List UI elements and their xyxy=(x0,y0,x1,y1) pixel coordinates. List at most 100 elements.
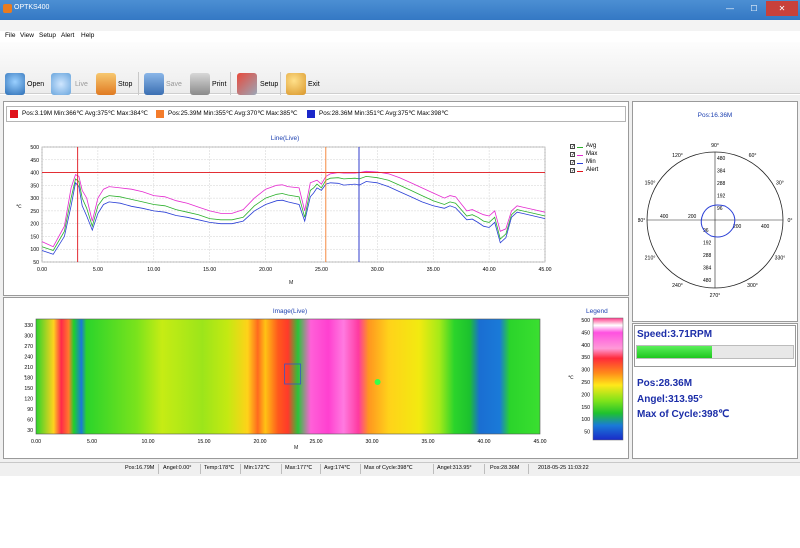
polar-angle-label: 240° xyxy=(672,283,683,289)
alert-swatch xyxy=(577,171,583,172)
y-tick-label: 500 xyxy=(30,145,39,151)
close-button[interactable]: ✕ xyxy=(766,1,798,16)
legend-tick-label: 150 xyxy=(581,405,590,411)
printer-icon[interactable] xyxy=(190,73,210,95)
x-tick-label: 40.00 xyxy=(478,439,491,445)
status-max-cycle: Max of Cycle:398℃ xyxy=(364,465,413,471)
stop-icon[interactable] xyxy=(96,73,116,95)
polar-chart[interactable]: 90° 60° 30° 0° 330° 300° 270° 240° 210° 180° 150° 1… xyxy=(638,124,793,314)
polar-title: Pos:16.36M xyxy=(697,112,733,119)
status-min: Min:172℃ xyxy=(244,465,270,471)
polar-angle-label: 270° xyxy=(710,293,721,299)
live-button[interactable]: Live xyxy=(75,81,88,88)
y-tick-label: 250 xyxy=(30,209,39,215)
y-tick-label: 330 xyxy=(24,323,33,329)
y-tick-label: 270 xyxy=(24,344,33,350)
polar-angle-label: 210° xyxy=(645,256,656,262)
x-tick-label: 25.00 xyxy=(310,439,323,445)
y-tick-label: 210 xyxy=(24,365,33,371)
polar-angle-label: 150° xyxy=(645,181,656,187)
app-icon xyxy=(3,4,12,13)
status-avg: Avg:174℃ xyxy=(324,465,351,471)
y-tick-label: 200 xyxy=(30,222,39,228)
x-tick-label: 10.00 xyxy=(147,267,160,273)
polar-radius-label: 288 xyxy=(703,253,712,259)
menu-setup[interactable]: Setup xyxy=(39,32,56,39)
image-title: Image(Live) xyxy=(272,308,308,315)
status-datetime: 2018-05-25 11:03:22 xyxy=(538,465,589,471)
y-tick-label: 50 xyxy=(33,260,39,266)
status-separator xyxy=(240,464,241,474)
print-button[interactable]: Print xyxy=(212,81,226,88)
status-separator xyxy=(158,464,159,474)
legend-tick-label: 50 xyxy=(584,430,590,436)
y-tick-label: 120 xyxy=(24,397,33,403)
legend-tick-label: 500 xyxy=(581,318,590,324)
cursor-1-swatch xyxy=(10,110,18,118)
pos-readout: Pos:28.36M xyxy=(637,378,693,389)
minimize-button[interactable]: — xyxy=(718,1,742,16)
polar-radius-label: 96 xyxy=(717,206,723,212)
status-angle: Angel:0.00° xyxy=(163,465,192,471)
y-tick-label: 100 xyxy=(30,247,39,253)
polar-angle-label: 30° xyxy=(776,181,784,187)
line-chart[interactable]: 500 450 400 350 300 250 200 150 100 500.00 5.00 10.… xyxy=(6,141,626,291)
y-tick-label: 240 xyxy=(24,355,33,361)
tools-icon[interactable] xyxy=(237,73,257,95)
polar-radius-label: 480 xyxy=(717,156,726,162)
gears-icon xyxy=(51,73,71,95)
polar-radius-label: 192 xyxy=(703,241,712,247)
legend-tick-label: 400 xyxy=(581,343,590,349)
polar-angle-label: 180° xyxy=(638,218,645,224)
setup-button[interactable]: Setup xyxy=(260,81,278,88)
menu-alert[interactable]: Alert xyxy=(61,32,74,39)
polar-angle-label: 0° xyxy=(788,218,793,224)
cursor-2-swatch xyxy=(156,110,164,118)
stop-button[interactable]: Stop xyxy=(118,81,132,88)
key-icon[interactable] xyxy=(286,73,306,95)
x-tick-label: 5.00 xyxy=(93,267,103,273)
x-tick-label: 30.00 xyxy=(371,267,384,273)
menu-file[interactable]: File xyxy=(5,32,15,39)
save-button[interactable]: Save xyxy=(166,81,182,88)
y-tick-label: 150 xyxy=(30,234,39,240)
min-checkbox[interactable]: ✓ xyxy=(570,160,575,166)
status-max: Max:177℃ xyxy=(285,465,313,471)
x-tick-label: 15.00 xyxy=(203,267,216,273)
polar-radius-label: 288 xyxy=(717,181,726,187)
y-tick-label: 300 xyxy=(24,334,33,340)
thermal-image[interactable]: 3303002702402101801501209060300.00 5.00 10… xyxy=(6,316,556,456)
x-tick-label: 45.00 xyxy=(534,439,547,445)
avg-checkbox[interactable]: ✓ xyxy=(570,144,575,150)
x-tick-label: 25.00 xyxy=(315,267,328,273)
y-tick-label: 90 xyxy=(27,407,33,413)
status-separator xyxy=(484,464,485,474)
exit-button[interactable]: Exit xyxy=(308,81,320,88)
x-tick-label: 20.00 xyxy=(254,439,267,445)
y-tick-label: 350 xyxy=(30,183,39,189)
max-checkbox[interactable]: ✓ xyxy=(570,152,575,158)
cursor-1-readout: Pos:3.19M Min:366℃ Avg:375℃ Max:384℃ xyxy=(22,110,148,117)
polar-radius-label: 200 xyxy=(688,214,697,220)
x-tick-label: 0.00 xyxy=(31,439,41,445)
maximize-button[interactable]: ☐ xyxy=(742,1,766,16)
magnifier-icon[interactable] xyxy=(5,73,25,95)
legend-tick-label: 450 xyxy=(581,330,590,336)
x-tick-label: 35.00 xyxy=(422,439,435,445)
min-swatch xyxy=(577,163,583,164)
cursor-2-readout: Pos:25.39M Min:355℃ Avg:370℃ Max:385℃ xyxy=(168,110,298,117)
plot-area xyxy=(41,146,546,263)
alert-checkbox[interactable]: ✓ xyxy=(570,168,575,174)
polar-radius-label: 96 xyxy=(703,228,709,234)
legend-tick-label: 200 xyxy=(581,392,590,398)
menu-view[interactable]: View xyxy=(20,32,34,39)
polar-radius-label: 400 xyxy=(761,224,770,230)
x-tick-label: 30.00 xyxy=(366,439,379,445)
alert-label: Alert xyxy=(586,167,599,173)
max-label: Max xyxy=(586,151,598,157)
y-tick-label: 30 xyxy=(27,428,33,434)
open-button[interactable]: Open xyxy=(27,81,44,88)
x-tick-label: 20.00 xyxy=(259,267,272,273)
menu-help[interactable]: Help xyxy=(81,32,94,39)
thermal-map xyxy=(36,319,540,434)
